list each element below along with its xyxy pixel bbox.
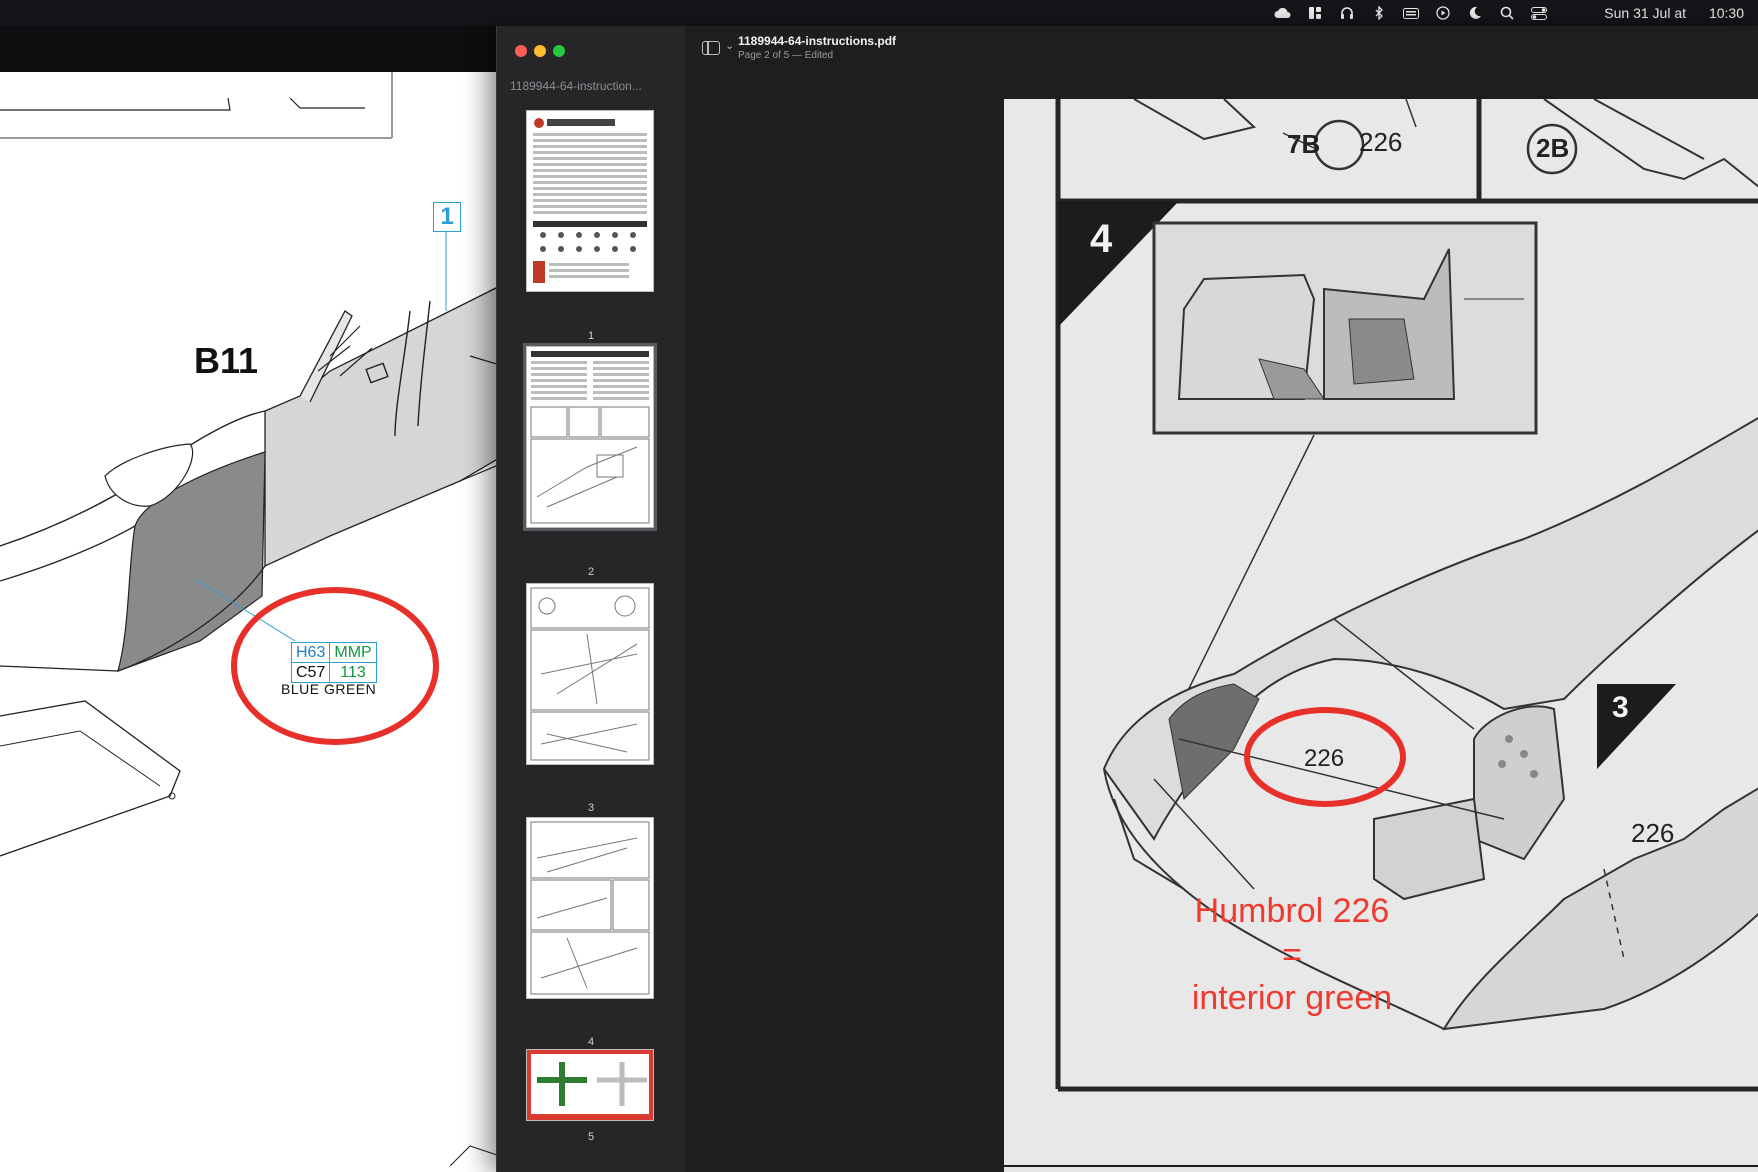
search-icon[interactable] [1498,4,1516,22]
part-label-b11: B11 [194,340,259,381]
annotation-interior-green: interior green [1191,979,1393,1017]
document-filename[interactable]: 1189944-64-instructions.pdf [738,34,896,48]
label-226-interior: 226 [1304,745,1345,772]
page-thumbnail-5[interactable] [526,1049,654,1121]
minimize-button[interactable] [534,45,546,57]
mmp-code: 113 [329,662,377,683]
document-view[interactable]: 7B 226 2B 4 226 3 226 Humbrol 226 = inte… [685,74,1758,1172]
menu-bar-status-icons [1274,4,1548,22]
chevron-down-icon[interactable]: ⌄ [725,39,734,52]
humbrol-code: H63 [290,642,331,663]
headphones-icon[interactable] [1338,4,1356,22]
thumbnail-2-number: 2 [587,566,595,578]
thumbnail-2-preview [530,351,650,524]
paint-color-name: BLUE GREEN [281,681,377,697]
pdf-page-2[interactable]: 7B 226 2B 4 226 3 226 Humbrol 226 = inte… [1004,99,1758,1165]
step-number-box: 1 [433,202,461,232]
thumbnail-5-number: 5 [587,1131,595,1143]
thumbnail-4-number: 4 [587,1036,595,1048]
background-document-window[interactable]: B11 1 H63 MMP C57 113 BLUE GREEN [0,26,520,1172]
preview-window[interactable]: 1189944-64-instruction... 1 2 3 4 5 ⌄ 11… [496,26,1758,1172]
thumbnail-3-number: 3 [587,802,595,814]
next-page-edge [1004,1167,1758,1172]
step-3-number: 3 [1612,691,1629,724]
page-thumbnail-4[interactable] [526,817,654,999]
menu-bar-time[interactable]: 10:30 [1709,5,1744,21]
bluetooth-icon[interactable] [1370,4,1388,22]
paint-code-table: H63 MMP C57 113 [290,642,377,683]
zoom-button[interactable] [553,45,565,57]
page-thumbnail-3[interactable] [526,583,654,765]
page-thumbnail-2[interactable] [523,343,657,531]
thumbnail-3-preview [530,587,650,761]
annotation-humbrol-226: Humbrol 226 [1194,892,1390,930]
page-thumbnail-1[interactable] [526,110,654,292]
menu-bar: Sun 31 Jul at 10:30 [0,0,1758,26]
aircraft-fuselage-drawing [0,72,520,1167]
citadel-code: C57 [290,662,331,683]
cloud-icon[interactable] [1274,4,1292,22]
background-window-titlebar [0,26,520,72]
control-center-icon[interactable] [1530,4,1548,22]
play-icon[interactable] [1434,4,1452,22]
keyboard-icon[interactable] [1402,4,1420,22]
document-page-status: Page 2 of 5 — Edited [738,50,834,61]
thumbnail-5-preview [527,1050,653,1120]
thumbnail-sidebar[interactable]: 1189944-64-instruction... 1 2 3 4 5 [497,26,686,1172]
preview-toolbar: ⌄ 1189944-64-instructions.pdf Page 2 of … [685,26,1758,75]
label-7b: 7B [1287,129,1321,159]
window-tiling-icon[interactable] [1306,4,1324,22]
close-button[interactable] [515,45,527,57]
mmp-label: MMP [329,642,377,663]
menu-bar-date[interactable]: Sun 31 Jul at [1604,5,1686,21]
thumbnail-1-preview [533,118,647,283]
sidebar-document-title: 1189944-64-instruction... [510,79,642,93]
sidebar-toggle-icon[interactable] [702,41,720,55]
annotation-equals: = [1282,936,1302,974]
label-2b: 2B [1536,133,1570,163]
moon-icon[interactable] [1466,4,1484,22]
step-4-number: 4 [1090,217,1113,261]
thumbnail-1-number: 1 [587,330,595,342]
label-226-rear: 226 [1631,818,1675,848]
label-226-top: 226 [1359,127,1403,157]
thumbnail-4-preview [530,821,650,995]
